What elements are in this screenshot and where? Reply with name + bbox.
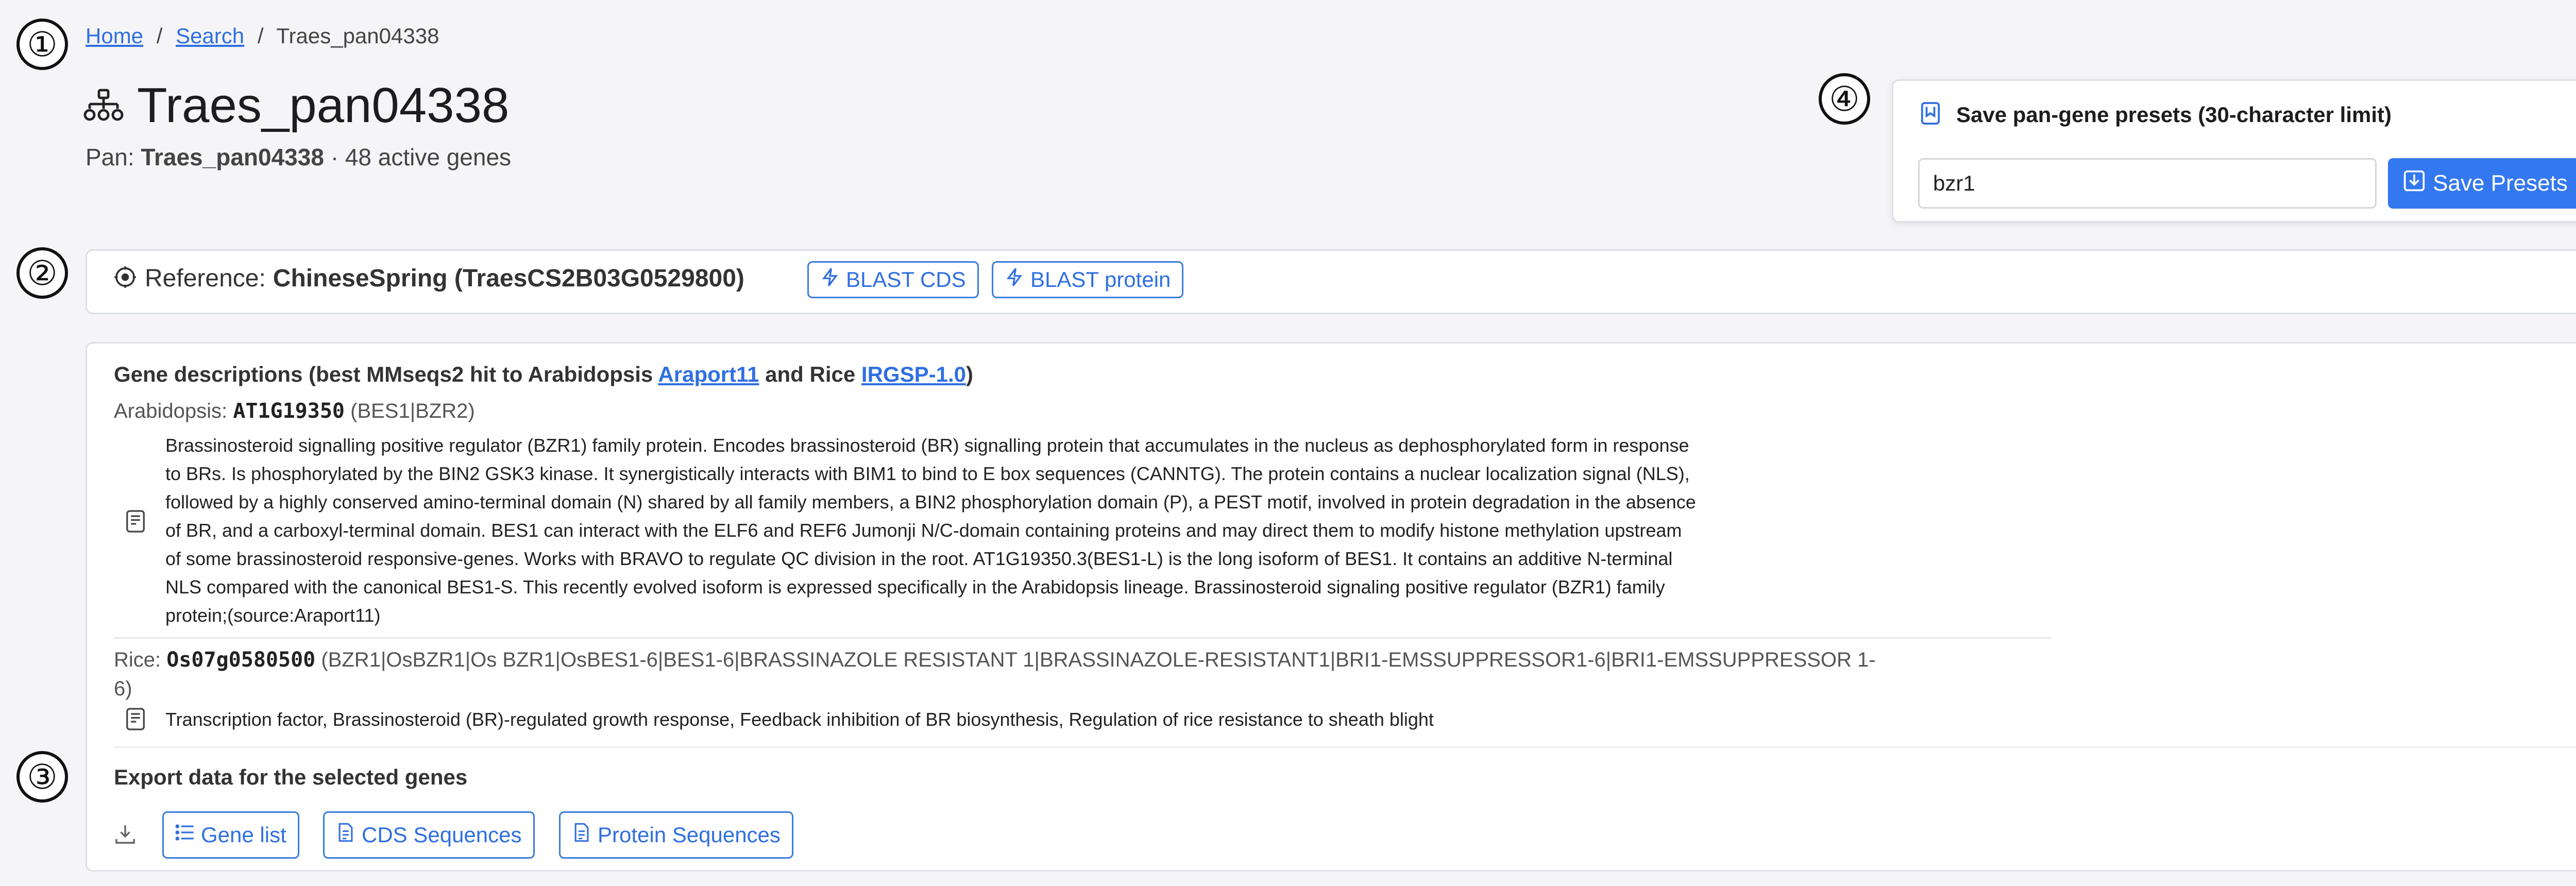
rice-aliases-continued: 6) [114,677,132,700]
descriptions-heading-prefix: Gene descriptions (best MMseqs2 hit to A… [114,362,653,386]
gene-descriptions-card: Gene descriptions (best MMseqs2 hit to A… [86,342,2576,872]
breadcrumb-current: Traes_pan04338 [276,24,439,48]
description-line: of BR, and a carboxyl-terminal domain. B… [165,520,1682,541]
description-line: NLS compared with the canonical BES1-S. … [165,576,1665,598]
file-icon [572,823,591,847]
page-subtitle: Pan: Traes_pan04338 · 48 active genes [86,143,511,171]
descriptions-heading-mid: and Rice [765,362,856,386]
arabidopsis-gene-id: AT1G19350 [233,399,345,423]
breadcrumb-home[interactable]: Home [86,24,143,48]
hierarchy-icon [83,89,124,123]
page-title: Traes_pan04338 [137,78,510,133]
reference-card: Reference: ChineseSpring (TraesCS2B03G05… [86,249,2576,314]
araport-link[interactable]: Araport11 [658,362,759,386]
arabidopsis-description: Brassinosteroid signalling positive regu… [165,431,2072,629]
divider [114,746,2576,748]
breadcrumb-search[interactable]: Search [176,24,244,48]
page-header: Traes_pan04338 [83,77,509,134]
target-icon [114,266,137,291]
file-icon [336,823,355,847]
save-presets-button[interactable]: Save Presets [2388,158,2576,209]
rice-row: Rice: Os07g0580500 (BZR1|OsBZR1|Os BZR1|… [114,645,2051,703]
export-gene-list-button[interactable]: Gene list [162,811,299,859]
save-download-icon [2403,169,2426,198]
download-icon [114,823,137,848]
save-presets-label: Save Presets [2433,171,2568,196]
preset-name-input[interactable] [1918,158,2377,209]
bookmark-icon [1920,101,1941,128]
rice-gene-id: Os07g0580500 [166,648,316,672]
breadcrumb: Home / Search / Traes_pan04338 [86,24,439,48]
subtitle-prefix: Pan: [86,144,134,171]
blast-protein-button[interactable]: BLAST protein [992,261,1184,298]
irgsp-link[interactable]: IRGSP-1.0 [861,362,966,386]
blast-cds-label: BLAST CDS [846,267,966,292]
lightning-icon [1005,267,1024,292]
description-line: of some brassinosteroid responsive-genes… [165,548,1673,569]
arabidopsis-label: Arabidopsis: [114,400,228,422]
document-icon [125,707,146,734]
reference-value: ChineseSpring (TraesCS2B03G0529800) [273,265,744,292]
reference-label: Reference: [145,265,266,292]
arabidopsis-row: Arabidopsis: AT1G19350 (BES1|BZR2) [114,399,475,423]
blast-cds-button[interactable]: BLAST CDS [807,261,979,298]
document-icon [125,509,146,536]
description-line: protein;(source:Araport11) [165,605,381,626]
list-icon [175,823,195,847]
subtitle-suffix: · 48 active genes [330,144,512,171]
export-gene-list-label: Gene list [201,823,286,847]
divider [114,637,2051,639]
description-line: to BRs. Is phosphorylated by the BIN2 GS… [165,463,1690,484]
marker-3: ③ [16,751,68,803]
rice-aliases: (BZR1|OsBZR1|Os BZR1|OsBES1-6|BES1-6|BRA… [321,649,1876,671]
export-protein-button[interactable]: Protein Sequences [559,811,793,859]
breadcrumb-separator: / [257,24,264,48]
export-cds-button[interactable]: CDS Sequences [323,811,535,859]
lightning-icon [820,267,840,292]
marker-1: ① [16,19,68,70]
presets-heading: Save pan-gene presets (30-character limi… [1956,102,2392,127]
descriptions-heading-suffix: ) [965,362,973,386]
rice-description: Transcription factor, Brassinosteroid (B… [165,709,1434,730]
rice-label: Rice: [114,649,161,671]
export-protein-label: Protein Sequences [598,823,781,847]
subtitle-pan-id: Traes_pan04338 [141,144,324,171]
arabidopsis-aliases: (BES1|BZR2) [350,400,475,422]
marker-4: ④ [1819,73,1870,125]
marker-2: ② [16,247,68,299]
blast-protein-label: BLAST protein [1030,267,1171,292]
breadcrumb-separator: / [156,24,163,48]
descriptions-heading: Gene descriptions (best MMseqs2 hit to A… [114,362,973,387]
export-heading: Export data for the selected genes [114,765,468,789]
export-cds-label: CDS Sequences [362,823,522,847]
description-line: Brassinosteroid signalling positive regu… [165,435,1689,456]
presets-card: Save pan-gene presets (30-character limi… [1892,79,2576,223]
description-line: followed by a highly conserved amino-ter… [165,491,1696,513]
